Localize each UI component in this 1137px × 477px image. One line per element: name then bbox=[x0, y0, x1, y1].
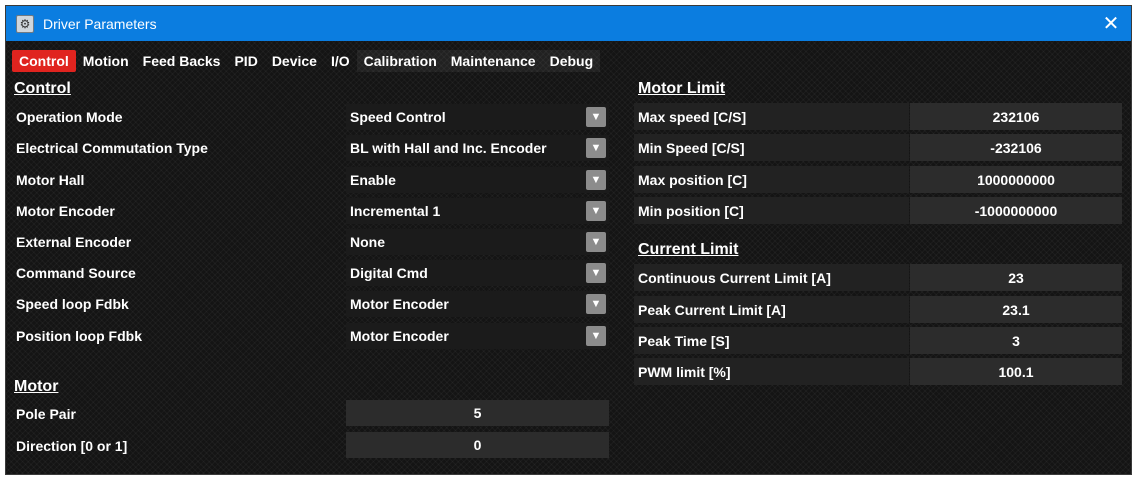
tab-pid[interactable]: PID bbox=[227, 50, 264, 72]
max-position-label: Max position [C] bbox=[634, 166, 909, 193]
direction-input[interactable]: 0 bbox=[346, 432, 609, 458]
motor-encoder-label: Motor Encoder bbox=[16, 203, 115, 219]
operation-mode-value: Speed Control bbox=[350, 109, 446, 125]
chevron-down-icon: ▼ bbox=[586, 294, 606, 314]
max-speed-input[interactable]: 232106 bbox=[910, 103, 1122, 130]
speed-loop-fdbk-label: Speed loop Fdbk bbox=[16, 296, 129, 312]
pwm-limit-input[interactable]: 100.1 bbox=[910, 358, 1122, 385]
window-title: Driver Parameters bbox=[43, 15, 157, 32]
motor-encoder-select[interactable]: Incremental 1 ▼ bbox=[346, 198, 609, 224]
command-source-select[interactable]: Digital Cmd ▼ bbox=[346, 260, 609, 286]
chevron-down-icon: ▼ bbox=[586, 201, 606, 221]
command-source-value: Digital Cmd bbox=[350, 265, 428, 281]
tab-motion[interactable]: Motion bbox=[76, 50, 136, 72]
chevron-down-icon: ▼ bbox=[586, 232, 606, 252]
operation-mode-label: Operation Mode bbox=[16, 109, 123, 125]
driver-parameters-window: ⚙ Driver Parameters ✕ Control Motion Fee… bbox=[5, 5, 1132, 475]
motor-section-title: Motor bbox=[14, 378, 59, 395]
peak-current-limit-label: Peak Current Limit [A] bbox=[634, 296, 909, 323]
position-loop-fdbk-select[interactable]: Motor Encoder ▼ bbox=[346, 323, 609, 349]
pwm-limit-label: PWM limit [%] bbox=[634, 358, 909, 385]
operation-mode-select[interactable]: Speed Control ▼ bbox=[346, 104, 609, 130]
tab-bar: Control Motion Feed Backs PID Device I/O… bbox=[12, 50, 601, 72]
chevron-down-icon: ▼ bbox=[586, 263, 606, 283]
pole-pair-input[interactable]: 5 bbox=[346, 400, 609, 426]
close-icon[interactable]: ✕ bbox=[1097, 10, 1125, 36]
continuous-current-limit-input[interactable]: 23 bbox=[910, 264, 1122, 291]
motor-limit-section-title: Motor Limit bbox=[638, 80, 726, 97]
position-loop-fdbk-label: Position loop Fdbk bbox=[16, 328, 142, 344]
tab-feed-backs[interactable]: Feed Backs bbox=[136, 50, 228, 72]
min-position-input[interactable]: -1000000000 bbox=[910, 197, 1122, 224]
motor-hall-select[interactable]: Enable ▼ bbox=[346, 167, 609, 193]
commutation-type-value: BL with Hall and Inc. Encoder bbox=[350, 140, 547, 156]
current-limit-section-title: Current Limit bbox=[638, 241, 739, 258]
min-speed-input[interactable]: -232106 bbox=[910, 134, 1122, 161]
app-gear-icon: ⚙ bbox=[16, 14, 34, 33]
external-encoder-label: External Encoder bbox=[16, 234, 132, 250]
max-position-input[interactable]: 1000000000 bbox=[910, 166, 1122, 193]
tab-io[interactable]: I/O bbox=[324, 50, 357, 72]
max-speed-label: Max speed [C/S] bbox=[634, 103, 909, 130]
command-source-label: Command Source bbox=[16, 265, 136, 281]
tab-maintenance[interactable]: Maintenance bbox=[443, 50, 543, 72]
commutation-type-label: Electrical Commutation Type bbox=[16, 140, 208, 156]
tab-calibration[interactable]: Calibration bbox=[356, 50, 444, 72]
chevron-down-icon: ▼ bbox=[586, 326, 606, 346]
direction-label: Direction [0 or 1] bbox=[16, 438, 128, 454]
tab-control[interactable]: Control bbox=[12, 50, 76, 72]
motor-encoder-value: Incremental 1 bbox=[350, 203, 441, 219]
chevron-down-icon: ▼ bbox=[586, 107, 606, 127]
speed-loop-fdbk-select[interactable]: Motor Encoder ▼ bbox=[346, 291, 609, 317]
peak-time-label: Peak Time [S] bbox=[634, 327, 909, 354]
tab-debug[interactable]: Debug bbox=[542, 50, 601, 72]
position-loop-fdbk-value: Motor Encoder bbox=[350, 328, 449, 344]
motor-hall-label: Motor Hall bbox=[16, 172, 85, 188]
chevron-down-icon: ▼ bbox=[586, 170, 606, 190]
chevron-down-icon: ▼ bbox=[586, 138, 606, 158]
min-speed-label: Min Speed [C/S] bbox=[634, 134, 909, 161]
pole-pair-label: Pole Pair bbox=[16, 406, 76, 422]
control-section-title: Control bbox=[14, 80, 71, 97]
peak-time-input[interactable]: 3 bbox=[910, 327, 1122, 354]
external-encoder-value: None bbox=[350, 234, 385, 250]
external-encoder-select[interactable]: None ▼ bbox=[346, 229, 609, 255]
title-bar: ⚙ Driver Parameters ✕ bbox=[6, 6, 1131, 41]
tab-device[interactable]: Device bbox=[265, 50, 324, 72]
continuous-current-limit-label: Continuous Current Limit [A] bbox=[634, 264, 909, 291]
min-position-label: Min position [C] bbox=[634, 197, 909, 224]
motor-hall-value: Enable bbox=[350, 172, 396, 188]
peak-current-limit-input[interactable]: 23.1 bbox=[910, 296, 1122, 323]
commutation-type-select[interactable]: BL with Hall and Inc. Encoder ▼ bbox=[346, 135, 609, 161]
speed-loop-fdbk-value: Motor Encoder bbox=[350, 296, 449, 312]
